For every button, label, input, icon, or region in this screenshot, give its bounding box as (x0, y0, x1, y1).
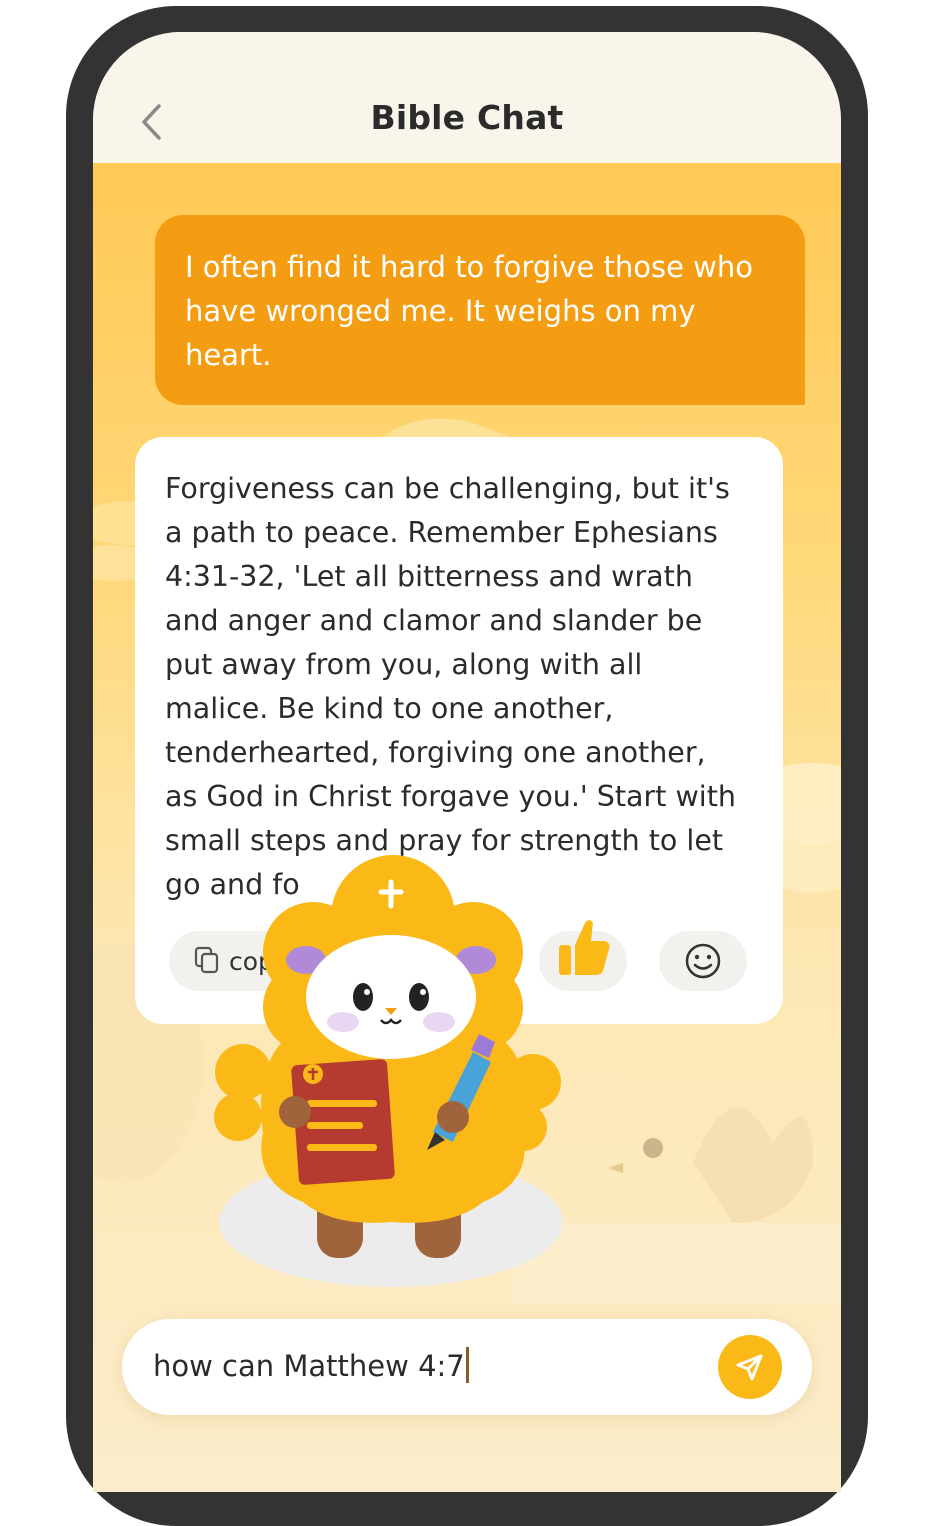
message-input[interactable]: how can Matthew 4:7 (153, 1347, 469, 1383)
emoji-reaction-button[interactable] (659, 931, 747, 991)
send-button[interactable] (718, 1335, 782, 1399)
smiley-icon (685, 943, 721, 979)
send-icon (736, 1354, 763, 1381)
user-message-bubble: I often find it hard to forgive those wh… (155, 215, 805, 405)
text-caret (465, 1347, 469, 1383)
message-input-value: how can Matthew 4:7 (153, 1349, 465, 1383)
lamb-mascot-illustration (214, 855, 563, 1287)
user-message-text: I often find it hard to forgive those wh… (185, 250, 754, 372)
header: Bible Chat (93, 32, 841, 163)
message-input-bar[interactable]: how can Matthew 4:7 (122, 1319, 812, 1415)
page-title: Bible Chat (370, 98, 564, 137)
app-screen: Bible Chat I often find it hard to forgi… (93, 32, 841, 1492)
